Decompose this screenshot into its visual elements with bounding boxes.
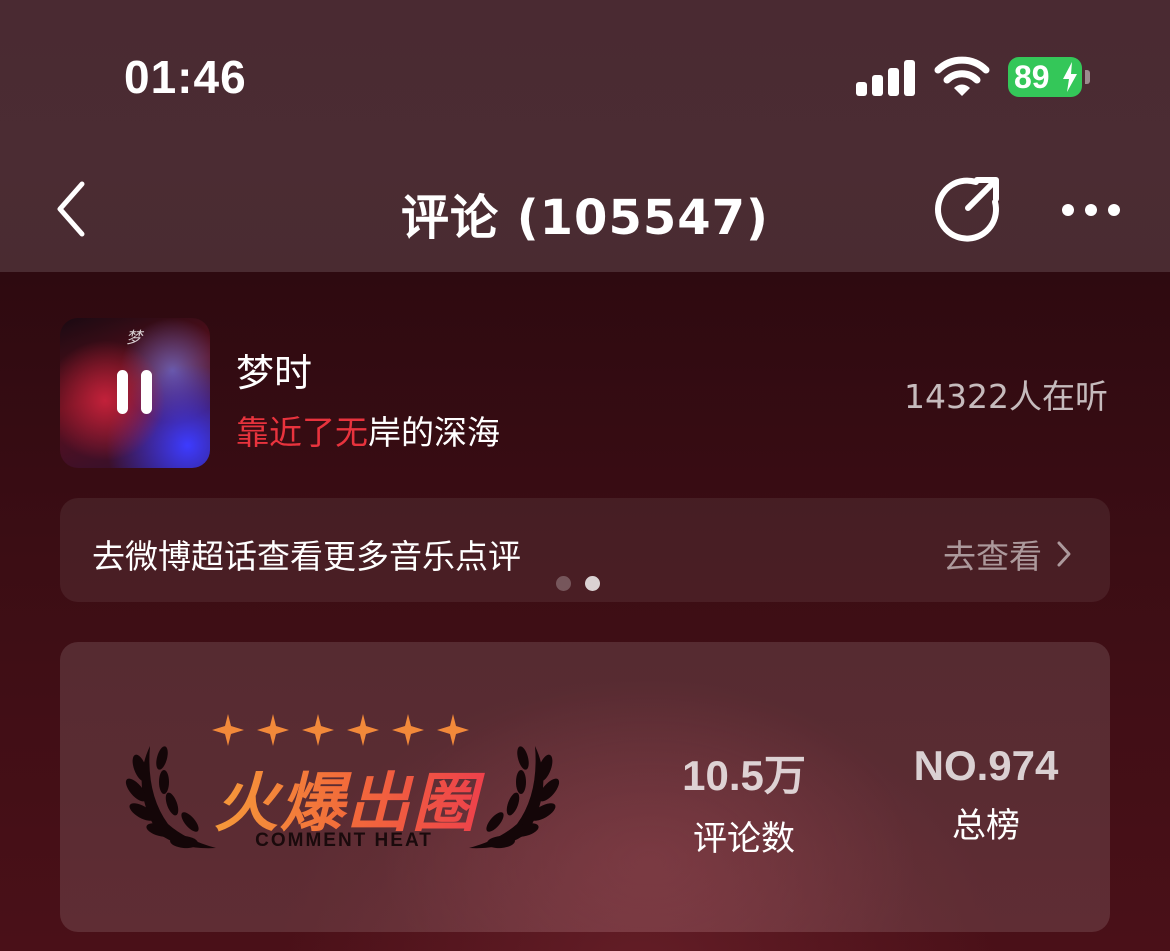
lyric-highlight: 靠近了无 (236, 413, 368, 452)
comment-count-label: 评论数 (693, 819, 795, 859)
pause-icon[interactable] (115, 370, 155, 416)
rank-value: NO.974 (913, 742, 1059, 789)
comment-count-value: 10.5万 (682, 752, 806, 799)
listener-count: 14322人在听 (904, 377, 1108, 416)
battery-cap (1085, 70, 1090, 84)
battery-indicator: 89 (1008, 57, 1082, 97)
charging-bolt-icon (1063, 62, 1077, 92)
rank-stat[interactable]: NO.974 总榜 (866, 742, 1106, 847)
status-time: 01:46 (124, 51, 247, 103)
battery-level: 89 (1014, 59, 1050, 95)
comment-count-stat: 10.5万 评论数 (624, 742, 864, 860)
share-icon[interactable] (932, 172, 1004, 244)
cover-text: 梦 (126, 328, 143, 347)
heat-subtitle: COMMENT HEAT (255, 830, 433, 851)
banner-link[interactable]: 去查看 (943, 530, 1072, 578)
more-options-icon[interactable] (1056, 196, 1126, 226)
cellular-signal-icon (856, 60, 916, 96)
banner-text: 去微博超话查看更多音乐点评 (92, 537, 521, 576)
lyric-rest: 岸的深海 (368, 413, 500, 452)
page-dot (556, 576, 571, 591)
page-indicator (554, 576, 604, 592)
album-cover[interactable]: 梦 (60, 318, 210, 468)
banner-link-label: 去查看 (943, 537, 1042, 576)
wifi-icon (934, 56, 990, 96)
song-lyric: 靠近了无岸的深海 (236, 406, 500, 454)
rank-label: 总榜 (952, 806, 1020, 846)
song-title[interactable]: 梦时 (236, 342, 312, 397)
chevron-right-icon (1057, 541, 1071, 567)
page-dot-active (585, 576, 600, 591)
